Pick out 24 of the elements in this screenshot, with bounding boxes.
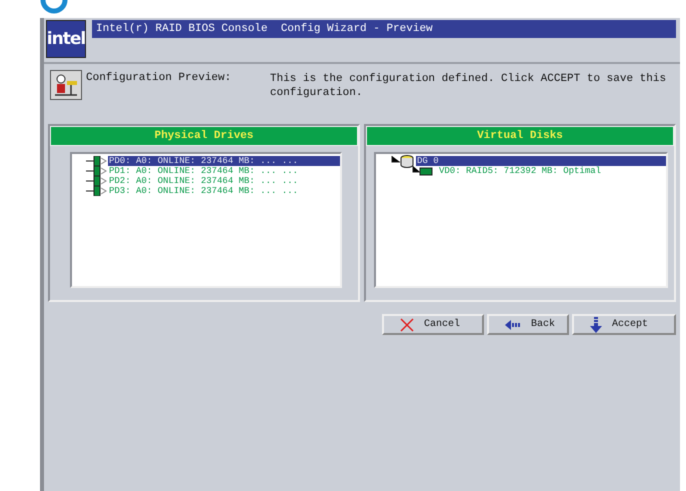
panel-header: Virtual Disks bbox=[366, 126, 674, 146]
tree-item[interactable]: PD3: A0: ONLINE: 237464 MB: ... ... bbox=[108, 186, 298, 196]
tools-icon bbox=[50, 70, 82, 100]
window-title: Intel(r) RAID BIOS Console Config Wizard - Preview bbox=[92, 20, 676, 38]
intel-logo: intel bbox=[46, 20, 86, 58]
tree-item[interactable]: PD0: A0: ONLINE: 237464 MB: ... ... bbox=[108, 156, 340, 166]
drive-icon bbox=[86, 166, 108, 176]
back-button[interactable]: Back bbox=[487, 314, 569, 335]
tree-item[interactable]: DG 0 bbox=[416, 156, 666, 166]
tree-item[interactable]: PD2: A0: ONLINE: 237464 MB: ... ... bbox=[108, 176, 298, 186]
drive-icon bbox=[86, 186, 108, 196]
tree-item[interactable]: VD0: RAID5: 712392 MB: Optimal bbox=[438, 166, 602, 176]
down-arrow-icon bbox=[590, 316, 602, 332]
left-arrow-icon bbox=[505, 320, 521, 330]
drive-icon bbox=[86, 176, 108, 186]
close-icon bbox=[400, 318, 414, 332]
disk-group-icon bbox=[390, 154, 416, 168]
panel-header: Physical Drives bbox=[50, 126, 358, 146]
accept-button[interactable]: Accept bbox=[572, 314, 676, 335]
cancel-button[interactable]: Cancel bbox=[382, 314, 484, 335]
drive-icon bbox=[86, 156, 108, 166]
info-message: This is the configuration defined. Click ACCEPT to save this configuration. bbox=[270, 72, 668, 100]
info-label: Configuration Preview: bbox=[86, 71, 232, 84]
tree-item[interactable]: PD1: A0: ONLINE: 237464 MB: ... ... bbox=[108, 166, 298, 176]
